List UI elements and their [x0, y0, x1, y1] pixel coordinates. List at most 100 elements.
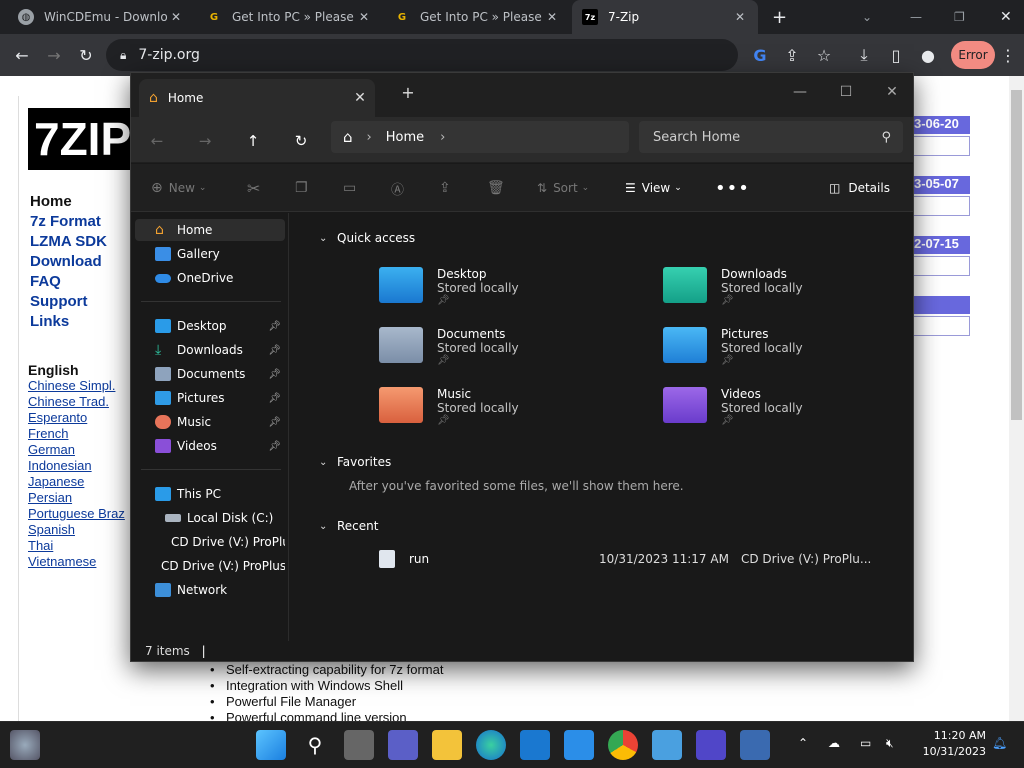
- quick-access-item-downloads[interactable]: Downloads Stored locally 📌︎: [663, 267, 803, 306]
- nav-faq[interactable]: FAQ: [30, 272, 107, 292]
- close-tab-icon[interactable]: ✕: [544, 10, 560, 24]
- back-button[interactable]: ←: [141, 125, 173, 157]
- language-link[interactable]: Thai: [28, 538, 125, 554]
- close-tab-icon[interactable]: ✕: [345, 90, 375, 106]
- nav-download[interactable]: Download: [30, 252, 107, 272]
- close-window-button[interactable]: ✕: [990, 0, 1014, 34]
- weather-widget-icon[interactable]: [10, 730, 40, 760]
- breadcrumb[interactable]: Home: [386, 130, 424, 145]
- forward-button[interactable]: →: [189, 125, 221, 157]
- bookmark-star-icon[interactable]: ☆: [808, 39, 840, 71]
- share-button[interactable]: ⇪: [439, 176, 451, 200]
- share-icon[interactable]: ⇪: [776, 39, 808, 71]
- language-link[interactable]: German: [28, 442, 125, 458]
- quick-access-item-videos[interactable]: Videos Stored locally 📌︎: [663, 387, 803, 426]
- error-button[interactable]: Error: [951, 41, 995, 69]
- sidebar-item-videos[interactable]: Videos 📌︎: [135, 435, 285, 457]
- more-options-button[interactable]: •••: [715, 176, 750, 200]
- language-link[interactable]: Japanese: [28, 474, 125, 490]
- scrollbar-thumb[interactable]: [1011, 90, 1022, 420]
- quick-access-item-desktop[interactable]: Desktop Stored locally 📌︎: [379, 267, 519, 306]
- profile-icon[interactable]: ●: [912, 39, 944, 71]
- browser-tab-active[interactable]: 7z 7-Zip ✕: [572, 0, 758, 34]
- sidebar-item-music[interactable]: Music 📌︎: [135, 411, 285, 433]
- display-icon[interactable]: ▭: [860, 736, 871, 750]
- recent-file-row[interactable]: run 10/31/2023 11:17 AM CD Drive (V:) Pr…: [379, 547, 899, 571]
- explorer-close-button[interactable]: ✕: [869, 77, 915, 107]
- address-bar[interactable]: 🔒︎ 7-zip.org: [106, 39, 738, 71]
- quick-access-item-documents[interactable]: Documents Stored locally 📌︎: [379, 327, 519, 366]
- kebab-menu-icon[interactable]: ⋮: [996, 39, 1020, 71]
- notification-bell-icon[interactable]: 🔔︎: [992, 736, 1007, 750]
- close-tab-icon[interactable]: ✕: [168, 10, 184, 24]
- download-icon[interactable]: ⤓: [848, 39, 880, 71]
- sidebar-item-pictures[interactable]: Pictures 📌︎: [135, 387, 285, 409]
- refresh-button[interactable]: ↻: [285, 125, 317, 157]
- chevron-up-icon[interactable]: ⌃: [798, 736, 808, 750]
- language-link[interactable]: Spanish: [28, 522, 125, 538]
- search-icon[interactable]: ⚲: [300, 730, 330, 760]
- language-link[interactable]: Portuguese Braz: [28, 506, 125, 522]
- close-tab-icon[interactable]: ✕: [356, 10, 372, 24]
- address-bar[interactable]: ⌂ › Home ›: [331, 121, 629, 153]
- sidebar-item-local-disk[interactable]: Local Disk (C:): [135, 507, 285, 529]
- nav-lzma-sdk[interactable]: LZMA SDK: [30, 232, 107, 252]
- sidebar-item-onedrive[interactable]: OneDrive: [135, 267, 285, 289]
- nav-home[interactable]: Home: [30, 192, 107, 212]
- sidebar-item-documents[interactable]: Documents 📌︎: [135, 363, 285, 385]
- new-button[interactable]: ⊕ New ⌄: [151, 176, 206, 200]
- teams-chat-icon[interactable]: [388, 730, 418, 760]
- sidebar-item-gallery[interactable]: Gallery: [135, 243, 285, 265]
- language-link[interactable]: Esperanto: [28, 410, 125, 426]
- back-button[interactable]: ←: [6, 39, 38, 71]
- new-explorer-tab-button[interactable]: +: [385, 77, 431, 107]
- delete-button[interactable]: 🗑︎: [487, 176, 505, 200]
- language-link[interactable]: Indonesian: [28, 458, 125, 474]
- google-lens-icon[interactable]: G: [744, 39, 776, 71]
- rename-button[interactable]: Ⓐ: [391, 176, 404, 200]
- minimize-button[interactable]: —: [900, 0, 924, 34]
- clock[interactable]: 11:20 AM 10/31/2023: [916, 728, 986, 760]
- volume-muted-icon[interactable]: 🔇︎: [886, 736, 894, 751]
- microsoft-store-icon[interactable]: [520, 730, 550, 760]
- sidebar-item-desktop[interactable]: Desktop 📌︎: [135, 315, 285, 337]
- sidebar-item-cd-drive[interactable]: CD Drive (V:) ProPlu: [135, 531, 285, 553]
- explorer-maximize-button[interactable]: ☐: [823, 77, 869, 107]
- language-link[interactable]: Persian: [28, 490, 125, 506]
- sort-button[interactable]: ⇅ Sort ⌄: [537, 176, 589, 200]
- quick-access-item-music[interactable]: Music Stored locally 📌︎: [379, 387, 519, 426]
- search-input[interactable]: Search Home ⚲: [639, 121, 903, 153]
- start-button-icon[interactable]: [256, 730, 286, 760]
- page-scrollbar[interactable]: [1009, 76, 1024, 721]
- chevron-right-icon[interactable]: ›: [440, 130, 445, 145]
- reload-button[interactable]: ↻: [70, 39, 102, 71]
- quick-access-header[interactable]: ⌄ Quick access: [319, 231, 415, 245]
- app-icon[interactable]: [696, 730, 726, 760]
- browser-tab[interactable]: G Get Into PC » Please W ✕: [384, 0, 570, 34]
- app-icon[interactable]: [740, 730, 770, 760]
- explorer-minimize-button[interactable]: —: [777, 77, 823, 107]
- forward-button[interactable]: →: [38, 39, 70, 71]
- copy-button[interactable]: ❐: [295, 176, 308, 200]
- close-tab-icon[interactable]: ✕: [732, 10, 748, 24]
- onedrive-cloud-icon[interactable]: ☁: [828, 736, 840, 750]
- task-view-icon[interactable]: [344, 730, 374, 760]
- view-button[interactable]: ☰ View ⌄: [625, 176, 682, 200]
- language-link[interactable]: Chinese Trad.: [28, 394, 125, 410]
- browser-tab[interactable]: ◍ WinCDEmu - Download ✕: [8, 0, 194, 34]
- up-button[interactable]: ↑: [237, 125, 269, 157]
- explorer-tab[interactable]: ⌂ Home ✕: [139, 79, 375, 117]
- sidebar-item-cd-drive[interactable]: CD Drive (V:) ProPlus: [135, 555, 285, 577]
- recent-header[interactable]: ⌄ Recent: [319, 519, 378, 533]
- nav-7z-format[interactable]: 7z Format: [30, 212, 107, 232]
- paste-button[interactable]: ▭: [343, 176, 356, 200]
- nav-support[interactable]: Support: [30, 292, 107, 312]
- mail-icon[interactable]: [564, 730, 594, 760]
- browser-tab[interactable]: G Get Into PC » Please W ✕: [196, 0, 382, 34]
- photos-icon[interactable]: [652, 730, 682, 760]
- side-panel-icon[interactable]: ▯: [880, 39, 912, 71]
- language-link[interactable]: Chinese Simpl.: [28, 378, 125, 394]
- file-explorer-icon[interactable]: [432, 730, 462, 760]
- language-link[interactable]: French: [28, 426, 125, 442]
- favorites-header[interactable]: ⌄ Favorites: [319, 455, 391, 469]
